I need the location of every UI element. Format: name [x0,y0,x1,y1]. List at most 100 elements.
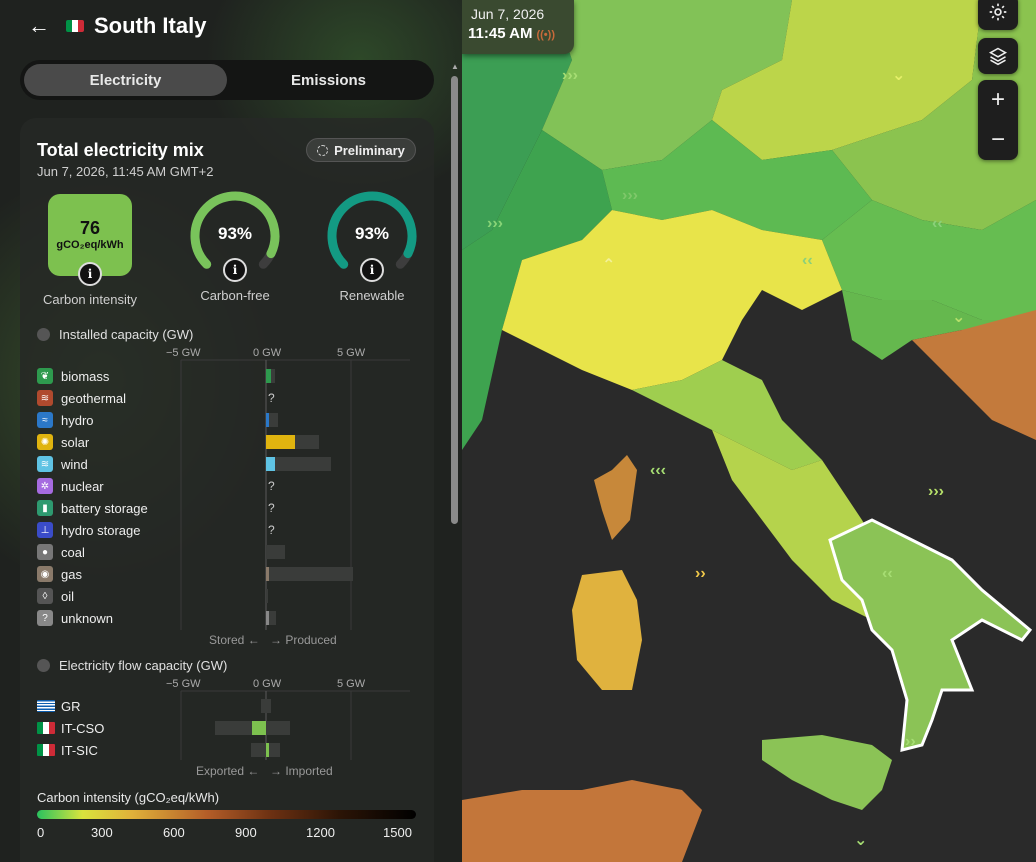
italy-flag-icon [37,744,55,756]
flow-label: IT-SIC [61,742,98,758]
zoom-in-button[interactable]: + [978,80,1018,120]
source-row-battery-storage[interactable]: ▮ battery storage [37,499,148,517]
gear-icon [989,3,1007,21]
production-bar[interactable] [266,567,269,581]
flow-bar[interactable] [266,743,269,757]
flow-arrow-icon: ‹‹‹ [650,462,666,479]
toggle-switch[interactable] [37,659,50,672]
battery-icon: ▮ [37,500,53,516]
source-row-biomass[interactable]: ❦ biomass [37,367,109,385]
wind-icon: ≋ [37,456,53,472]
flow-row-gr[interactable]: GR [37,697,81,715]
flow-arrow-icon: ⌄ [952,309,965,326]
coal-icon: ● [37,544,53,560]
production-bar[interactable] [266,369,272,383]
source-label: wind [61,456,88,472]
map-time: 11:45 AM [468,25,533,42]
flow-bar[interactable] [252,721,266,735]
source-row-wind[interactable]: ≋ wind [37,455,88,473]
flow-label: IT-CSO [61,720,105,736]
legend-tick: 600 [163,825,185,840]
map-view[interactable]: ››› ⌄ ››› ››› ‹‹ ⌃ ‹‹ ⌄ ‹‹‹ ››› ‹‹ ›› ››… [462,0,1036,862]
legend-tick: 1500 [383,825,412,840]
settings-button[interactable] [978,0,1018,30]
layers-button[interactable] [978,38,1018,74]
source-row-gas[interactable]: ◉ gas [37,565,82,583]
source-label: oil [61,588,75,604]
live-icon: ((•)) [536,29,555,41]
flow-arrow-icon: ⌄ [854,832,867,849]
legend-gradient [37,810,416,819]
production-bar[interactable] [266,413,269,427]
production-bar[interactable] [266,435,295,449]
flow-label: GR [61,698,81,714]
unknown-value-mark: ? [268,501,275,515]
produced-label: → Produced [270,633,337,647]
source-label: nuclear [61,478,104,494]
droplet-icon: ◊ [37,588,53,604]
legend-tick: 1200 [306,825,335,840]
source-label: hydro [61,412,94,428]
map-svg[interactable]: ››› ⌄ ››› ››› ‹‹ ⌃ ‹‹ ⌄ ‹‹‹ ››› ‹‹ ›› ››… [462,0,1036,862]
map-date: Jun 7, 2026 [471,6,545,22]
zone-details-panel: ← South Italy Electricity Emissions ▲ To… [0,0,462,862]
flow-arrow-icon: ⌄ [892,67,905,84]
unknown-value-mark: ? [268,391,275,405]
flow-arrow-icon: ⌃ [602,257,615,274]
flame-icon: ◉ [37,566,53,582]
source-label: biomass [61,368,110,384]
legend-title: Carbon intensity (gCO₂eq/kWh) [37,790,220,805]
leaf-icon: ❦ [37,368,53,384]
sun-icon: ✺ [37,434,53,450]
production-bar[interactable] [266,611,269,625]
flow-arrow-icon: ››› [928,483,944,500]
imported-label: → Imported [270,764,333,778]
source-label: solar [61,434,90,450]
flow-arrow-icon: ‹‹ [932,215,943,232]
exported-label: Exported ← [196,764,260,778]
flow-arrow-icon: ›› [905,733,916,750]
flow-arrow-icon: ›› [695,565,706,582]
flow-arrow-icon: ››› [487,215,503,232]
source-row-hydro-storage[interactable]: ⊥ hydro storage [37,521,141,539]
greece-flag-icon [37,700,55,712]
waves-icon: ≈ [37,412,53,428]
flag-stripe [49,744,55,756]
flow-capacity-header[interactable]: Electricity flow capacity (GW) [37,658,227,673]
map-time-indicator[interactable]: Jun 7, 2026 11:45 AM ((•)) [462,0,574,54]
source-label: hydro storage [61,522,141,538]
capacity-bar[interactable] [266,589,268,603]
geothermal-icon: ≋ [37,390,53,406]
source-row-solar[interactable]: ✺ solar [37,433,89,451]
source-label: coal [61,544,85,560]
legend-ticks: 0 300 600 900 1200 1500 [37,825,416,841]
source-label: unknown [61,610,114,626]
flow-row-it-sic[interactable]: IT-SIC [37,741,98,759]
flow-arrow-icon: ››› [562,67,578,84]
atom-icon: ✲ [37,478,53,494]
source-label: geothermal [61,390,127,406]
flow-arrow-icon: ‹‹ [882,565,893,582]
axis-label: 5 GW [337,678,366,690]
flow-row-it-cso[interactable]: IT-CSO [37,719,104,737]
axis-label: 0 GW [253,678,282,690]
capacity-bar[interactable] [266,545,285,559]
source-row-geothermal[interactable]: ≋ geothermal [37,389,126,407]
flow-capacity-bar[interactable] [260,699,272,713]
axis-label: −5 GW [166,678,201,690]
source-row-coal[interactable]: ● coal [37,543,85,561]
production-bar[interactable] [266,457,275,471]
source-row-hydro[interactable]: ≈ hydro [37,411,94,429]
source-row-oil[interactable]: ◊ oil [37,587,74,605]
zoom-controls: + − [978,80,1018,160]
capacity-bar[interactable] [266,567,353,581]
zoom-out-button[interactable]: − [978,120,1018,160]
italy-flag-icon [37,722,55,734]
flow-arrow-icon: ››› [622,187,638,204]
stored-label: Stored ← [209,633,260,647]
capacity-bar[interactable] [266,457,331,471]
flow-arrow-icon: ‹‹ [802,252,813,269]
source-label: gas [61,566,82,582]
source-row-unknown[interactable]: ? unknown [37,609,113,627]
source-row-nuclear[interactable]: ✲ nuclear [37,477,104,495]
